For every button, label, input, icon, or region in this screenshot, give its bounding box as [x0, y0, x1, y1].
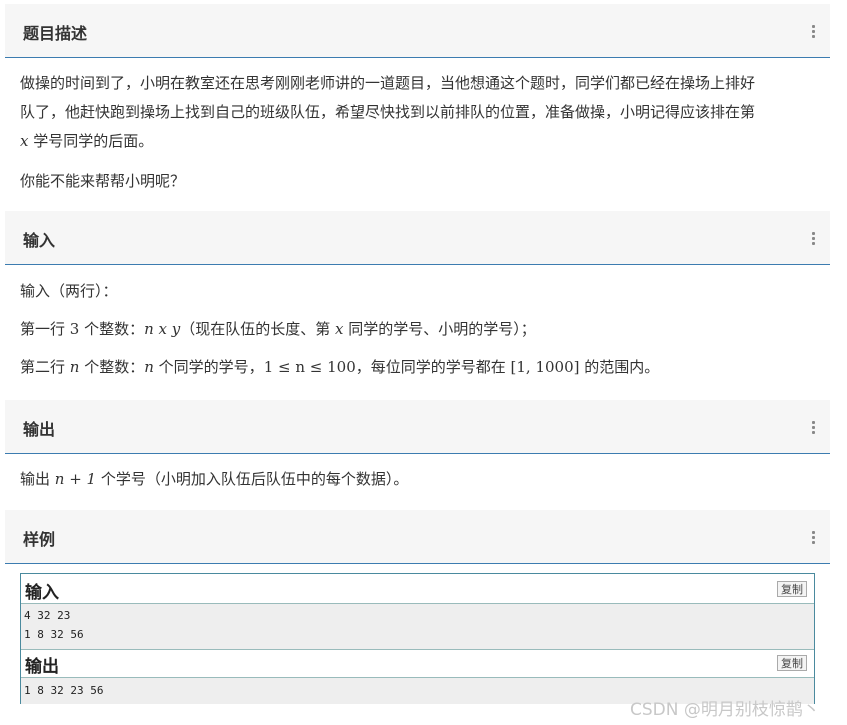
section-title-sample: 样例 [23, 530, 56, 549]
input-line-3-e: 的范围内。 [579, 358, 660, 376]
sample-output-label: 输出 [25, 657, 59, 677]
description-line-4: 你能不能来帮帮小明呢？ [20, 172, 186, 190]
math-3: 3 [69, 320, 80, 338]
input-line-3-a: 第二行 [20, 358, 70, 376]
description-line-3: x 学号同学的后面。 [20, 130, 153, 151]
math-x: x [335, 320, 344, 338]
more-vertical-icon[interactable] [811, 421, 815, 434]
description-line-2: 队了，他赶快跑到操场上找到自己的班级队伍，希望尽快找到以前排队的位置，准备做操，… [20, 103, 756, 121]
section-title-description: 题目描述 [23, 24, 88, 43]
input-line-2-a: 第一行 [20, 320, 70, 338]
sample-input-line: 4 32 23 [24, 609, 71, 622]
section-header-description: 题目描述 [5, 4, 830, 58]
input-line-3-b: 个整数： [79, 358, 145, 376]
math-range: 1 ≤ n ≤ 100 [263, 358, 356, 376]
sample-output-line: 1 8 32 23 56 [24, 684, 104, 697]
section-header-input: 输入 [5, 211, 830, 265]
input-line-2-c: （现在队伍的长度、第 [180, 320, 336, 338]
math-n: n [69, 358, 80, 376]
copy-output-button[interactable]: 复制 [777, 655, 807, 671]
output-line-1-a: 输出 [20, 470, 55, 488]
input-line-2-d: 同学的学号、小明的学号）； [343, 320, 536, 338]
description-line-1: 做操的时间到了，小明在教室还在思考刚刚老师讲的一道题目，当他想通这个题时，同学们… [20, 74, 756, 92]
sample-box: 输入 复制 4 32 23 1 8 32 56 输出 复制 1 8 32 23 … [20, 573, 815, 704]
more-vertical-icon[interactable] [811, 25, 815, 38]
sample-input-label: 输入 [25, 583, 59, 603]
input-line-2-b: 个整数： [79, 320, 145, 338]
section-title-output: 输出 [23, 420, 56, 439]
input-line-1: 输入（两行）： [20, 282, 118, 300]
sample-input-line: 1 8 32 56 [24, 628, 84, 641]
output-line-1-b: 个学号（小明加入队伍后队伍中的每个数据）。 [96, 470, 409, 488]
more-vertical-icon[interactable] [811, 531, 815, 544]
section-header-sample: 样例 [5, 510, 830, 564]
section-title-input: 输入 [23, 231, 56, 250]
input-line-3: 第二行 n 个整数：n 个同学的学号，1 ≤ n ≤ 100，每位同学的学号都在… [20, 356, 659, 377]
copy-input-button[interactable]: 复制 [777, 581, 807, 597]
math-nxy: n x y [144, 320, 181, 338]
input-line-3-c: 个同学的学号， [153, 358, 264, 376]
sample-input-code[interactable]: 4 32 23 1 8 32 56 [21, 603, 814, 650]
math-n: n [144, 358, 154, 376]
input-line-2: 第一行 3 个整数：n x y（现在队伍的长度、第 x 同学的学号、小明的学号）… [20, 318, 536, 339]
output-line-1: 输出 n + 1 个学号（小明加入队伍后队伍中的每个数据）。 [20, 468, 408, 489]
math-interval: [1, 1000] [510, 358, 580, 376]
input-line-3-d: ，每位同学的学号都在 [355, 358, 511, 376]
section-header-output: 输出 [5, 400, 830, 454]
more-vertical-icon[interactable] [811, 232, 815, 245]
math-n-plus-1: n + 1 [54, 470, 97, 488]
watermark: CSDN @明月别枝惊鹊丶 [630, 700, 820, 720]
description-line-3-text: 学号同学的后面。 [28, 132, 154, 150]
